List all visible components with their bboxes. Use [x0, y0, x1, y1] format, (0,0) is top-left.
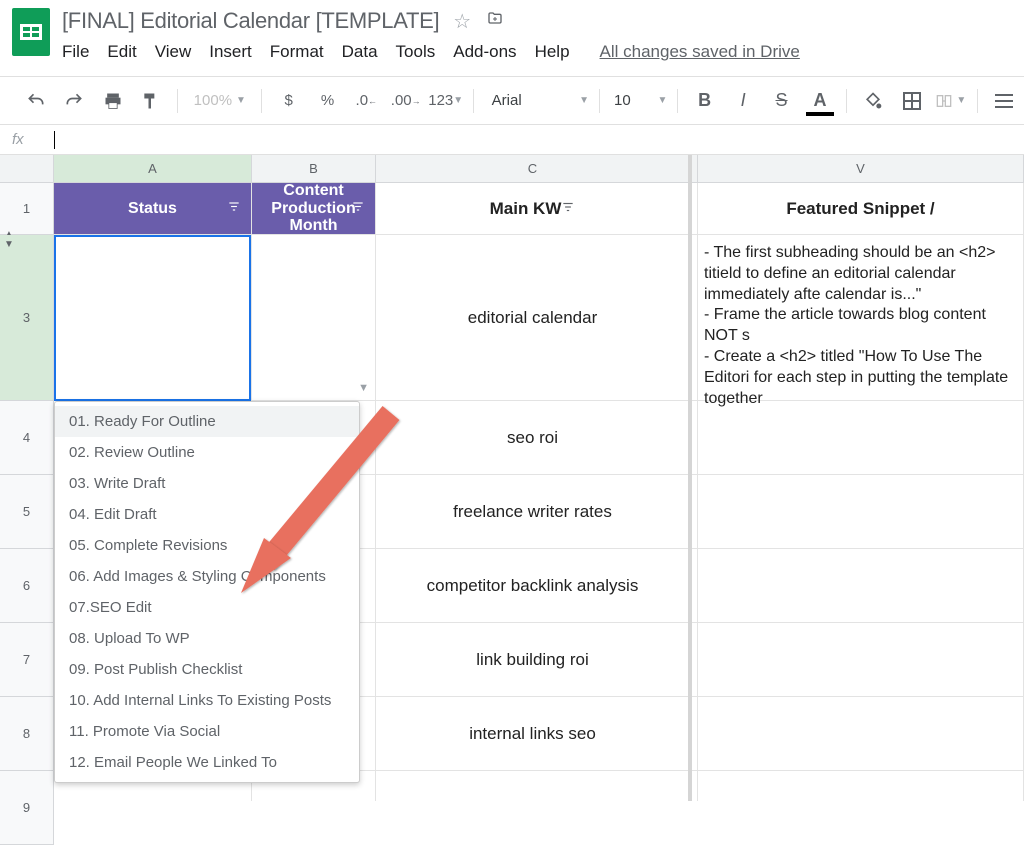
cell-c7[interactable]: link building roi — [376, 623, 690, 696]
cell-v4[interactable] — [698, 401, 1024, 474]
row-header-1[interactable]: 1▲ — [0, 183, 54, 235]
save-status[interactable]: All changes saved in Drive — [600, 42, 800, 62]
header-main-kw[interactable]: Main KW — [376, 183, 690, 234]
row-header-5[interactable]: 5 — [0, 475, 54, 549]
cell-v8[interactable] — [698, 697, 1024, 770]
header-status[interactable]: Status — [54, 183, 252, 234]
cell-v9[interactable] — [698, 771, 1024, 801]
cell-b3[interactable]: ▼ — [252, 235, 376, 400]
row-header-4[interactable]: 4 — [0, 401, 54, 475]
row-header-6[interactable]: 6 — [0, 549, 54, 623]
decrease-decimal[interactable]: .0← — [350, 84, 383, 118]
merge-cells-button[interactable]: ▼ — [934, 84, 966, 118]
dropdown-option[interactable]: 11. Promote Via Social — [55, 716, 359, 747]
italic-button[interactable]: I — [727, 84, 759, 118]
dropdown-option[interactable]: 03. Write Draft — [55, 468, 359, 499]
cell-v5[interactable] — [698, 475, 1024, 548]
move-folder-icon[interactable] — [485, 11, 505, 32]
font-size-select[interactable]: 10▼ — [610, 92, 667, 109]
borders-button[interactable] — [896, 84, 928, 118]
dropdown-option[interactable]: 07.SEO Edit — [55, 592, 359, 623]
col-header-c[interactable]: C — [376, 155, 690, 183]
print-button[interactable] — [96, 84, 128, 118]
increase-decimal[interactable]: .00→ — [389, 84, 423, 118]
cell-c6[interactable]: competitor backlink analysis — [376, 549, 690, 622]
row-header-7[interactable]: 7 — [0, 623, 54, 697]
filter-icon[interactable] — [227, 199, 241, 218]
row-header-8[interactable]: 8 — [0, 697, 54, 771]
dropdown-option[interactable]: 06. Add Images & Styling Components — [55, 561, 359, 592]
redo-button[interactable] — [58, 84, 90, 118]
star-icon[interactable]: ☆ — [453, 9, 471, 34]
row-header-3[interactable]: 3▼ — [0, 235, 54, 401]
text-color-button[interactable]: A — [804, 84, 836, 118]
cell-c9[interactable]: backlink gap analysis — [376, 771, 690, 801]
filter-icon[interactable] — [351, 199, 365, 218]
align-button[interactable] — [987, 84, 1019, 118]
document-title[interactable]: [FINAL] Editorial Calendar [TEMPLATE] — [62, 8, 439, 34]
col-header-v[interactable]: V — [698, 155, 1024, 183]
cell-v7[interactable] — [698, 623, 1024, 696]
strike-button[interactable]: S — [765, 84, 797, 118]
status-dropdown[interactable]: 01. Ready For Outline 02. Review Outline… — [54, 401, 360, 783]
more-formats[interactable]: 123 ▼ — [429, 84, 463, 118]
dropdown-option[interactable]: 08. Upload To WP — [55, 623, 359, 654]
dropdown-option[interactable]: 09. Post Publish Checklist — [55, 654, 359, 685]
fx-label: fx — [12, 131, 52, 148]
dropdown-option[interactable]: 01. Ready For Outline — [55, 406, 359, 437]
formula-bar[interactable]: fx — [0, 125, 1024, 155]
zoom-select[interactable]: 100%▼ — [188, 92, 251, 109]
col-header-a[interactable]: A — [54, 155, 252, 183]
sheets-app-icon[interactable] — [12, 8, 50, 56]
fill-color-button[interactable] — [857, 84, 889, 118]
cell-c5[interactable]: freelance writer rates — [376, 475, 690, 548]
dropdown-option[interactable]: 04. Edit Draft — [55, 499, 359, 530]
dropdown-option[interactable]: 10. Add Internal Links To Existing Posts — [55, 685, 359, 716]
cell-v3[interactable]: - The first subheading should be an <h2>… — [698, 235, 1024, 400]
toolbar: 100%▼ $ % .0← .00→ 123 ▼ Arial▼ 10▼ B I … — [0, 77, 1024, 125]
menu-help[interactable]: Help — [535, 42, 570, 62]
format-percent[interactable]: % — [311, 84, 344, 118]
undo-button[interactable] — [20, 84, 52, 118]
dropdown-option[interactable]: 05. Complete Revisions — [55, 530, 359, 561]
header-featured[interactable]: Featured Snippet / — [698, 183, 1024, 234]
cell-a3[interactable] — [54, 235, 252, 400]
dropdown-option[interactable]: 02. Review Outline — [55, 437, 359, 468]
cell-c4[interactable]: seo roi — [376, 401, 690, 474]
filter-icon[interactable] — [561, 199, 575, 219]
cell-v6[interactable] — [698, 549, 1024, 622]
menu-format[interactable]: Format — [270, 42, 324, 62]
dropdown-arrow-icon[interactable]: ▼ — [358, 382, 369, 394]
menu-data[interactable]: Data — [342, 42, 378, 62]
menu-edit[interactable]: Edit — [107, 42, 136, 62]
dropdown-option[interactable]: 12. Email People We Linked To — [55, 747, 359, 778]
col-header-b[interactable]: B — [252, 155, 376, 183]
cell-c8[interactable]: internal links seo — [376, 697, 690, 770]
menu-view[interactable]: View — [155, 42, 192, 62]
paint-format-button[interactable] — [135, 84, 167, 118]
menu-file[interactable]: File — [62, 42, 89, 62]
select-all-corner[interactable] — [0, 155, 54, 183]
row-header-9[interactable]: 9 — [0, 771, 54, 845]
menu-insert[interactable]: Insert — [209, 42, 252, 62]
menu-tools[interactable]: Tools — [396, 42, 436, 62]
format-currency[interactable]: $ — [272, 84, 305, 118]
header-content-month[interactable]: Content Production Month — [252, 183, 376, 234]
bold-button[interactable]: B — [688, 84, 720, 118]
menu-bar: File Edit View Insert Format Data Tools … — [62, 42, 1012, 62]
cell-c3[interactable]: editorial calendar — [376, 235, 690, 400]
menu-addons[interactable]: Add-ons — [453, 42, 516, 62]
selected-cell[interactable] — [54, 235, 251, 401]
font-select[interactable]: Arial▼ — [484, 92, 589, 109]
